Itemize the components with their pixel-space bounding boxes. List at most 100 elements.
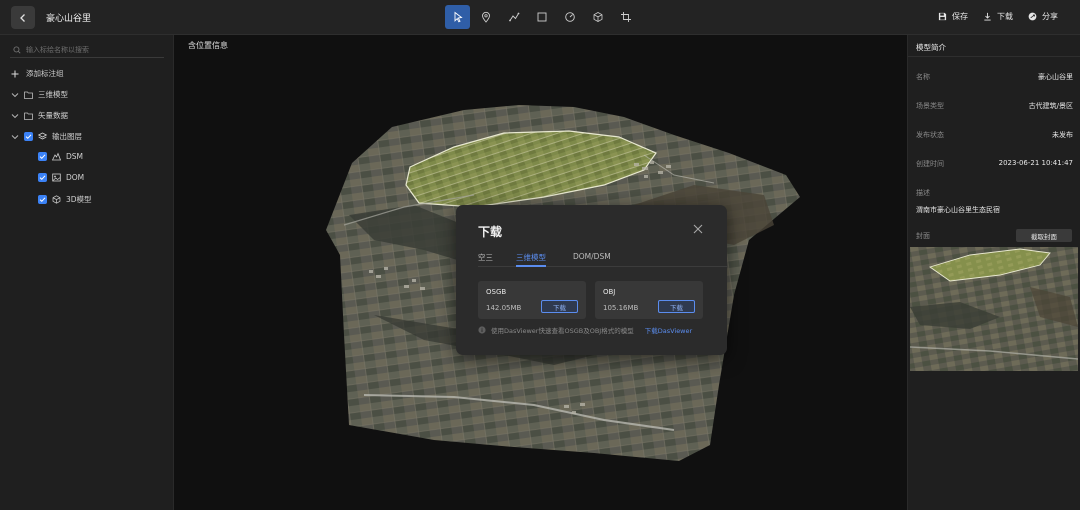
format-name: OSGB — [486, 288, 507, 296]
rectangle-tool-button[interactable] — [529, 5, 554, 29]
close-icon — [693, 224, 703, 234]
hint-text: 使用DasViewer快速查看OSGB及OBJ格式的模型 — [491, 327, 634, 335]
checkbox-output-layers[interactable] — [24, 132, 33, 141]
tree-item-vector-data[interactable]: 矢量数据 — [11, 110, 68, 121]
left-sidebar: 输入标绘名称以搜索 添加标注组 三维模型 矢量数据 输出图层 DSM DOM 3… — [0, 35, 174, 510]
tree-item-dom[interactable]: DOM — [38, 173, 84, 182]
terrain-icon — [52, 152, 61, 161]
tree-item-label: DOM — [66, 173, 85, 182]
cover-image — [910, 247, 1078, 371]
download-card-obj: OBJ 105.16MB 下载 — [595, 281, 703, 319]
share-button[interactable]: 分享 — [1028, 11, 1058, 22]
tree-item-dsm[interactable]: DSM — [38, 152, 83, 161]
add-group-label: 添加标注组 — [26, 69, 64, 78]
image-icon — [52, 173, 61, 182]
info-row-name: 名称 豪心山谷里 — [916, 72, 1073, 82]
point-tool-button[interactable] — [473, 5, 498, 29]
tree-item-3d-models[interactable]: 三维模型 — [11, 89, 68, 100]
check-icon — [39, 197, 46, 203]
info-row-scene-type: 场景类型 古代建筑/景区 — [916, 101, 1073, 111]
dialog-title: 下载 — [478, 225, 503, 239]
tree-item-label: 3D模型 — [66, 195, 92, 204]
model-tool-button[interactable] — [585, 5, 610, 29]
select-icon — [454, 11, 463, 23]
checkbox-dom[interactable] — [38, 173, 47, 182]
info-value: 古代建筑/景区 — [1028, 102, 1073, 110]
layers-icon — [38, 132, 47, 140]
description-label: 描述 — [916, 189, 930, 197]
info-label: 场景类型 — [916, 102, 944, 110]
tab-3d-model[interactable]: 三维模型 — [516, 252, 546, 267]
tree-item-label: 输出图层 — [52, 132, 82, 141]
file-size: 105.16MB — [603, 304, 639, 312]
file-size: 142.05MB — [486, 304, 522, 312]
download-icon — [984, 12, 991, 21]
share-icon — [1028, 12, 1037, 21]
search-input[interactable]: 输入标绘名称以搜索 — [10, 42, 164, 58]
measure-icon — [564, 12, 575, 22]
share-label: 分享 — [1042, 12, 1058, 21]
tab-dom-dsm[interactable]: DOM/DSM — [573, 252, 611, 267]
capture-cover-button[interactable]: 截取封面 — [1016, 229, 1072, 242]
download-dialog: 下载 空三 三维模型 DOM/DSM OSGB 142.05MB 下载 OBJ … — [456, 205, 727, 355]
app-title: 豪心山谷里 — [46, 14, 92, 24]
tab-aerotriangulation[interactable]: 空三 — [478, 252, 493, 267]
description-value: 渭南市豪心山谷里生态民宿 — [916, 206, 1000, 214]
back-button[interactable] — [11, 6, 35, 29]
header-actions: 保存 下载 分享 — [938, 11, 1058, 22]
check-icon — [25, 134, 32, 140]
download-button[interactable]: 下载 — [983, 11, 1013, 22]
checkbox-3d-model[interactable] — [38, 195, 47, 204]
save-button[interactable]: 保存 — [938, 11, 968, 22]
search-placeholder: 输入标绘名称以搜索 — [26, 45, 89, 54]
location-pin-icon — [481, 11, 490, 23]
chevron-down-icon — [11, 134, 19, 139]
save-label: 保存 — [952, 12, 968, 21]
chevron-down-icon — [11, 113, 19, 118]
top-bar: 豪心山谷里 保存 下载 分享 — [0, 0, 1080, 35]
info-label: 名称 — [916, 73, 930, 81]
tree-item-label: DSM — [66, 152, 84, 161]
chevron-down-icon — [11, 92, 19, 97]
info-value: 未发布 — [1052, 131, 1073, 139]
right-panel: 模型简介 名称 豪心山谷里 场景类型 古代建筑/景区 发布状态 未发布 创建时间… — [907, 35, 1080, 510]
info-value: 豪心山谷里 — [1038, 73, 1073, 81]
cover-label: 封面 — [916, 232, 930, 240]
chevron-left-icon — [20, 13, 25, 22]
info-label: 发布状态 — [916, 131, 944, 139]
polyline-tool-button[interactable] — [501, 5, 526, 29]
check-icon — [39, 154, 46, 160]
info-label: 创建时间 — [916, 160, 944, 168]
info-value: 2023-06-21 10:41:47 — [998, 159, 1073, 167]
rectangle-icon — [537, 12, 546, 22]
download-osgb-button[interactable]: 下载 — [541, 300, 578, 313]
check-icon — [39, 175, 46, 181]
info-row-publish-status: 发布状态 未发布 — [916, 130, 1073, 140]
close-button[interactable] — [691, 222, 705, 236]
tree-item-output-layers[interactable]: 输出图层 — [11, 131, 82, 142]
crop-icon — [620, 12, 631, 22]
save-icon — [938, 12, 947, 21]
viewer-hint: 使用DasViewer快速查看OSGB及OBJ格式的模型 下载DasViewer — [478, 325, 692, 335]
toolbar — [445, 5, 638, 29]
panel-title: 模型简介 — [908, 35, 1080, 57]
plus-icon — [11, 70, 19, 77]
download-obj-button[interactable]: 下载 — [658, 300, 695, 313]
tree-item-label: 矢量数据 — [38, 111, 68, 120]
select-tool-button[interactable] — [445, 5, 470, 29]
format-name: OBJ — [603, 288, 616, 296]
download-card-osgb: OSGB 142.05MB 下载 — [478, 281, 586, 319]
cube-icon — [593, 12, 602, 22]
tree-item-3d-model[interactable]: 3D模型 — [38, 194, 92, 205]
info-row-created-time: 创建时间 2023-06-21 10:41:47 — [916, 159, 1073, 169]
folder-icon — [24, 91, 33, 99]
tree-item-label: 三维模型 — [38, 90, 68, 99]
search-icon — [13, 45, 21, 53]
checkbox-dsm[interactable] — [38, 152, 47, 161]
download-dasviewer-link[interactable]: 下载DasViewer — [645, 325, 692, 335]
dialog-tabs: 空三 三维模型 DOM/DSM — [478, 252, 727, 267]
measure-tool-button[interactable] — [557, 5, 582, 29]
crop-tool-button[interactable] — [613, 5, 638, 29]
add-group-button[interactable]: 添加标注组 — [11, 68, 64, 79]
folder-icon — [24, 112, 33, 120]
